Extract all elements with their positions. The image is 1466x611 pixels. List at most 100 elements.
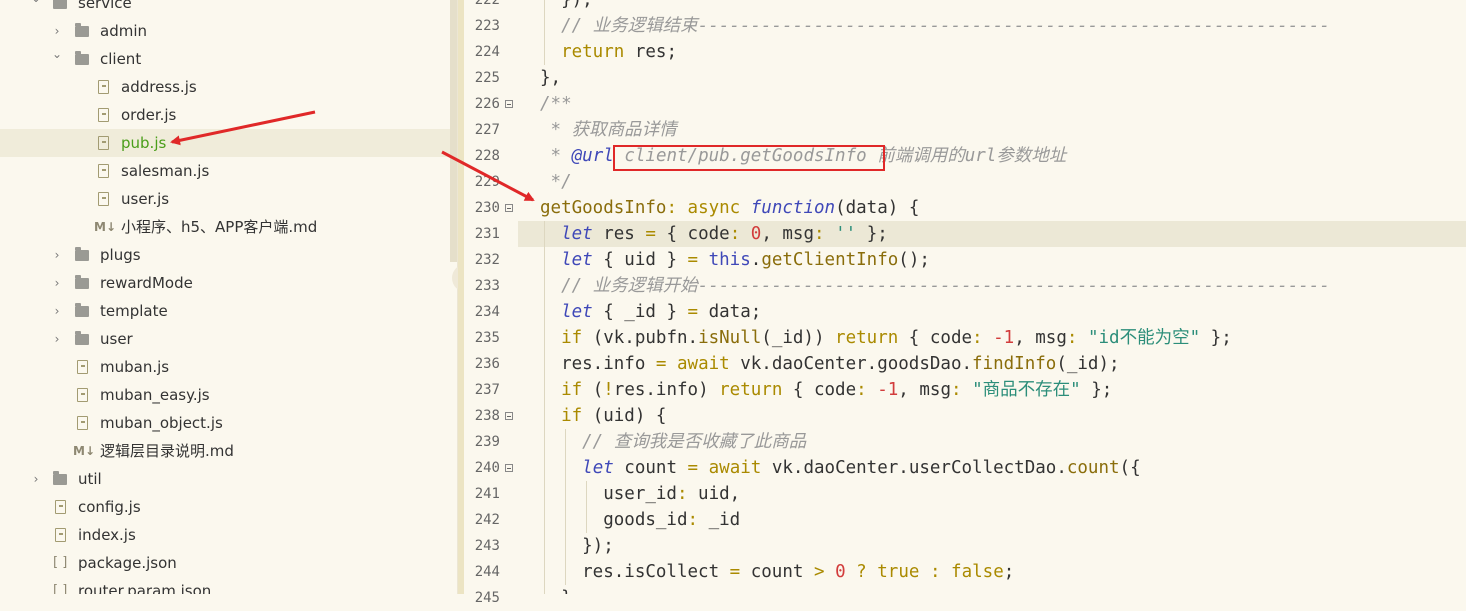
tree-item-index-js[interactable]: index.js	[0, 521, 450, 549]
indent-guide	[544, 247, 545, 273]
code-line[interactable]: if (!res.info) return { code: -1, msg: "…	[518, 377, 1466, 403]
fold-toggle-icon[interactable]	[505, 412, 513, 420]
chevron-down-icon[interactable]: ⌄	[51, 40, 63, 68]
indent-guide	[544, 533, 545, 559]
code-line[interactable]: // 业务逻辑开始-------------------------------…	[518, 273, 1466, 299]
chevron-right-icon[interactable]: ›	[51, 241, 63, 269]
code-line[interactable]: let res = { code: 0, msg: '' };	[518, 221, 1466, 247]
folder-icon	[75, 303, 89, 317]
code-line[interactable]: res.info = await vk.daoCenter.goodsDao.f…	[518, 351, 1466, 377]
json-file-icon: [ ]	[53, 583, 68, 594]
code-text: if (!res.info) return { code: -1, msg: "…	[561, 380, 1113, 400]
tree-item-user[interactable]: › user	[0, 325, 450, 353]
tree-item-label: service	[78, 0, 132, 12]
code-text: },	[540, 68, 562, 88]
folder-icon	[75, 247, 89, 261]
folder-icon	[75, 51, 89, 65]
js-file-icon	[55, 500, 66, 514]
indent-guide	[586, 507, 587, 533]
tree-item-h5-app-md[interactable]: M↓ 小程序、h5、APP客户端.md	[0, 213, 450, 241]
code-line[interactable]: res.isCollect = count > 0 ? true : false…	[518, 559, 1466, 585]
js-file-icon	[98, 108, 109, 122]
tree-item-label: order.js	[121, 106, 177, 124]
line-number: 231	[474, 226, 500, 242]
indent-guide	[544, 13, 545, 39]
tree-item-label: client	[100, 50, 142, 68]
code-line[interactable]: let { uid } = this.getClientInfo();	[518, 247, 1466, 273]
tree-item-label: util	[78, 470, 102, 488]
chevron-right-icon[interactable]: ›	[51, 325, 63, 353]
code-line[interactable]: goods_id: _id	[518, 507, 1466, 533]
tree-item-label: rewardMode	[100, 274, 193, 292]
tree-item-salesman-js[interactable]: salesman.js	[0, 157, 450, 185]
code-text: });	[540, 536, 614, 556]
tree-item-router-param-json[interactable]: [ ] router.param.json	[0, 577, 450, 594]
tree-item-user-js[interactable]: user.js	[0, 185, 450, 213]
code-line[interactable]: /**	[518, 91, 1466, 117]
js-file-icon	[55, 528, 66, 542]
tree-item-service[interactable]: ⌄ service	[0, 0, 450, 17]
tree-item-label: config.js	[78, 498, 141, 516]
tree-item-muban-easy-js[interactable]: muban_easy.js	[0, 381, 450, 409]
code-line[interactable]: if (vk.pubfn.isNull(_id)) return { code:…	[518, 325, 1466, 351]
line-number: 224	[474, 44, 500, 60]
tree-item-admin[interactable]: › admin	[0, 17, 450, 45]
code-line[interactable]: return res;	[518, 39, 1466, 65]
code-line[interactable]: if (uid) {	[518, 403, 1466, 429]
chevron-down-icon[interactable]: ⌄	[30, 0, 42, 12]
code-line[interactable]: // 查询我是否收藏了此商品	[518, 429, 1466, 455]
line-number: 236	[474, 356, 500, 372]
code-editor[interactable]: }); // 业务逻辑结束---------------------------…	[518, 0, 1466, 594]
js-file-icon	[77, 360, 88, 374]
code-text: let res = { code: 0, msg: '' };	[561, 224, 888, 244]
code-line[interactable]: getGoodsInfo: async function(data) {	[518, 195, 1466, 221]
chevron-right-icon[interactable]: ›	[51, 269, 63, 297]
fold-toggle-icon[interactable]	[505, 204, 513, 212]
indent-guide	[565, 429, 566, 455]
tree-item-label: 小程序、h5、APP客户端.md	[121, 218, 318, 236]
line-number: 237	[474, 382, 500, 398]
tree-item-pub-js[interactable]: pub.js	[0, 129, 450, 157]
tree-item-rewardmode[interactable]: › rewardMode	[0, 269, 450, 297]
tree-item-address-js[interactable]: address.js	[0, 73, 450, 101]
sidebar-scrollbar[interactable]	[450, 0, 457, 262]
chevron-right-icon[interactable]: ›	[30, 465, 42, 493]
code-line[interactable]: });	[518, 533, 1466, 559]
code-line[interactable]: },	[518, 65, 1466, 91]
indent-guide	[544, 507, 545, 533]
tree-item-client[interactable]: ⌄ client	[0, 45, 450, 73]
tree-item-plugs[interactable]: › plugs	[0, 241, 450, 269]
tree-item-package-json[interactable]: [ ] package.json	[0, 549, 450, 577]
indent-guide	[544, 585, 545, 594]
fold-toggle-icon[interactable]	[505, 100, 513, 108]
tree-item-muban-object-js[interactable]: muban_object.js	[0, 409, 450, 437]
indent-guide	[544, 221, 545, 247]
line-number: 245	[474, 590, 500, 606]
code-line[interactable]: let { _id } = data;	[518, 299, 1466, 325]
tree-item-md[interactable]: M↓ 逻辑层目录说明.md	[0, 437, 450, 465]
folder-icon	[75, 275, 89, 289]
line-number: 227	[474, 122, 500, 138]
code-text: return res;	[561, 42, 677, 62]
indent-guide	[544, 0, 545, 13]
indent-guide	[544, 481, 545, 507]
line-number: 223	[474, 18, 500, 34]
code-line[interactable]: let count = await vk.daoCenter.userColle…	[518, 455, 1466, 481]
code-line[interactable]: // 业务逻辑结束-------------------------------…	[518, 13, 1466, 39]
code-line[interactable]: */	[518, 169, 1466, 195]
tree-item-order-js[interactable]: order.js	[0, 101, 450, 129]
tree-item-label: user	[100, 330, 133, 348]
tree-item-config-js[interactable]: config.js	[0, 493, 450, 521]
markdown-icon: M↓	[94, 220, 116, 234]
chevron-right-icon[interactable]: ›	[51, 297, 63, 325]
fold-toggle-icon[interactable]	[505, 464, 513, 472]
code-line[interactable]: * 获取商品详情	[518, 117, 1466, 143]
tree-item-muban-js[interactable]: muban.js	[0, 353, 450, 381]
line-number: 243	[474, 538, 500, 554]
tree-item-util[interactable]: › util	[0, 465, 450, 493]
code-line[interactable]: user_id: uid,	[518, 481, 1466, 507]
js-file-icon	[98, 192, 109, 206]
code-line[interactable]: });	[518, 0, 1466, 13]
tree-item-template[interactable]: › template	[0, 297, 450, 325]
code-line[interactable]: }	[518, 585, 1466, 594]
